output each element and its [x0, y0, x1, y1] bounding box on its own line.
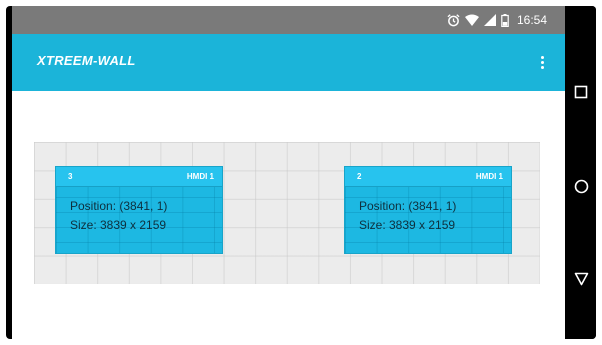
recents-icon[interactable]	[573, 84, 589, 100]
tile-position: Position: (3841, 1)	[70, 199, 168, 213]
signal-icon	[483, 13, 496, 27]
tile-id: 2	[357, 172, 362, 181]
alarm-icon	[447, 13, 460, 27]
navigation-bar	[565, 6, 596, 339]
tile-input: HMDI 1	[186, 172, 214, 181]
status-bar: 16:54	[12, 6, 565, 34]
tile-header: 3 HMDI 1	[56, 167, 222, 187]
screen: 16:54 XTREEM-WALL 3 HMDI 1 Position: (38…	[12, 6, 565, 339]
app-title: XTREEM-WALL	[37, 53, 136, 68]
tile-position: Position: (3841, 1)	[359, 199, 457, 213]
display-tile[interactable]: 2 HMDI 1 Position: (3841, 1) Size: 3839 …	[344, 166, 512, 254]
tile-size: Size: 3839 x 2159	[70, 218, 167, 232]
status-time: 16:54	[516, 13, 547, 27]
back-icon[interactable]	[573, 271, 589, 287]
wifi-icon	[464, 13, 479, 27]
app-bar: XTREEM-WALL	[12, 34, 565, 91]
overflow-menu-icon[interactable]	[537, 52, 547, 72]
battery-icon	[501, 13, 509, 27]
phone-frame: 16:54 XTREEM-WALL 3 HMDI 1 Position: (38…	[6, 6, 596, 339]
home-icon[interactable]	[573, 178, 589, 194]
video-wall-canvas[interactable]: 3 HMDI 1 Position: (3841, 1) Size: 3839 …	[34, 142, 540, 284]
tile-input: HMDI 1	[475, 172, 503, 181]
tile-header: 2 HMDI 1	[345, 167, 511, 187]
tile-id: 3	[68, 172, 73, 181]
display-tile[interactable]: 3 HMDI 1 Position: (3841, 1) Size: 3839 …	[55, 166, 223, 254]
tile-size: Size: 3839 x 2159	[359, 218, 456, 232]
